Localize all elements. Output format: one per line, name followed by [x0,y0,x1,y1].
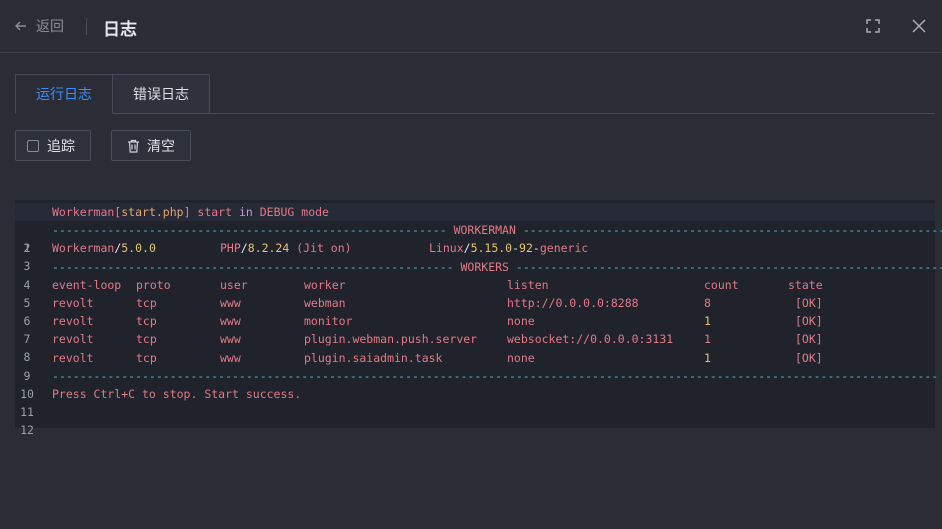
cell-proto: tcp [136,351,157,365]
log-text: ] start [183,205,239,219]
tabs-divider [210,113,935,114]
separator: ----------------------------------------… [52,369,939,383]
separator: ----------------------------------------… [515,260,942,274]
cell-worker: monitor [304,314,353,328]
table-row: 7 revolt tcp www monitor none 1 [OK] [15,312,935,346]
log-tabs: 运行日志 错误日志 [15,74,210,114]
fullscreen-icon[interactable] [865,18,881,34]
arrow-left-icon [15,21,26,31]
cell-proto: tcp [136,296,157,310]
clear-button[interactable]: 清空 [111,130,191,161]
cell-state: [OK] [795,332,823,346]
log-line: 3 Workerman/5.0.0 PHP/8.2.24 (Jit on) Li… [15,239,935,273]
log-text: Workerman [52,241,115,255]
trash-icon [128,139,139,153]
log-line: 12 [15,403,43,437]
cell-listen: websocket://0.0.0.0:3131 [507,332,674,346]
cell-event-loop: revolt [52,351,94,365]
log-text: Workerman[ [52,205,122,219]
cell-user: www [220,314,241,328]
cell-count: 1 [704,351,711,365]
log-line: 10 -------------------------------------… [15,367,938,401]
column-header: count [704,278,739,292]
log-line: 4 --------------------------------------… [15,258,942,292]
cell-worker: plugin.webman.push.server [304,332,478,346]
cell-count: 1 [704,314,711,328]
cell-event-loop: revolt [52,314,94,328]
cell-worker: webman [304,296,346,310]
log-text: - [512,241,520,255]
cell-proto: tcp [136,314,157,328]
cell-worker: plugin.saiadmin.task [304,351,443,365]
log-line: 2 --------------------------------------… [15,221,942,255]
column-header: event-loop [52,278,122,292]
log-text: / [463,241,471,255]
separator: ----------------------------------------… [52,223,447,237]
log-text: (Jit on) [289,241,352,255]
column-header: proto [136,278,171,292]
log-output[interactable]: 1 Workerman[start.php] start in DEBUG mo… [15,200,942,437]
cell-user: www [220,296,241,310]
modal-header: 返回 日志 [0,0,942,53]
cell-listen: none [507,314,535,328]
column-header: user [220,278,248,292]
log-line: 11 Press Ctrl+C to stop. Start success. [15,385,301,419]
cell-count: 1 [704,332,711,346]
cell-event-loop: revolt [52,332,94,346]
back-button[interactable]: 返回 [14,16,64,36]
log-text: generic [539,241,589,255]
tab-run-log[interactable]: 运行日志 [15,74,113,114]
cell-state: [OK] [795,314,823,328]
cell-user: www [220,351,241,365]
log-text: / [240,241,248,255]
table-row: 6 revolt tcp www webman http://0.0.0.0:8… [15,294,935,328]
log-text: DEBUG mode [252,205,329,219]
line-number: 12 [20,423,34,437]
cell-state: [OK] [795,296,823,310]
separator: ----------------------------------------… [52,260,454,274]
log-line: 1 Workerman[start.php] start in DEBUG mo… [15,203,935,255]
section-title: WORKERMAN [446,223,523,237]
cell-user: www [220,332,241,346]
cell-listen: none [507,351,535,365]
close-icon[interactable] [911,18,927,34]
log-text: - [532,241,540,255]
follow-label: 追踪 [47,138,75,155]
cell-count: 8 [704,296,711,310]
column-header: state [788,278,823,292]
column-header: listen [507,278,549,292]
section-title: WORKERS [453,260,516,274]
log-text: PHP [220,241,241,255]
log-text: 92 [519,241,533,255]
back-label: 返回 [36,19,64,35]
log-text: 8.2.24 [247,241,290,255]
table-row: 8 revolt tcp www plugin.webman.push.serv… [15,330,935,364]
follow-button[interactable]: 追踪 [15,130,91,161]
log-text: Press Ctrl+C to stop. Start success. [52,387,302,401]
cell-proto: tcp [136,332,157,346]
page-title: 日志 [103,20,137,40]
cell-event-loop: revolt [52,296,94,310]
log-text: start.php [121,205,184,219]
log-keyword: in [238,205,253,219]
follow-checkbox[interactable] [27,139,39,152]
log-text: Linux [429,241,464,255]
log-text: 5.0.0 [121,241,156,255]
header-divider [86,18,87,35]
clear-label: 清空 [147,138,175,155]
cell-listen: http://0.0.0.0:8288 [507,296,639,310]
table-row: 9 revolt tcp www plugin.saiadmin.task no… [15,349,935,383]
column-header: worker [304,278,346,292]
separator: ----------------------------------------… [522,223,942,237]
cell-state: [OK] [795,351,823,365]
log-text: 5.15.0 [470,241,513,255]
table-header-row: 5 event-loop proto user worker listen co… [15,276,935,310]
tab-error-log[interactable]: 错误日志 [113,74,210,114]
